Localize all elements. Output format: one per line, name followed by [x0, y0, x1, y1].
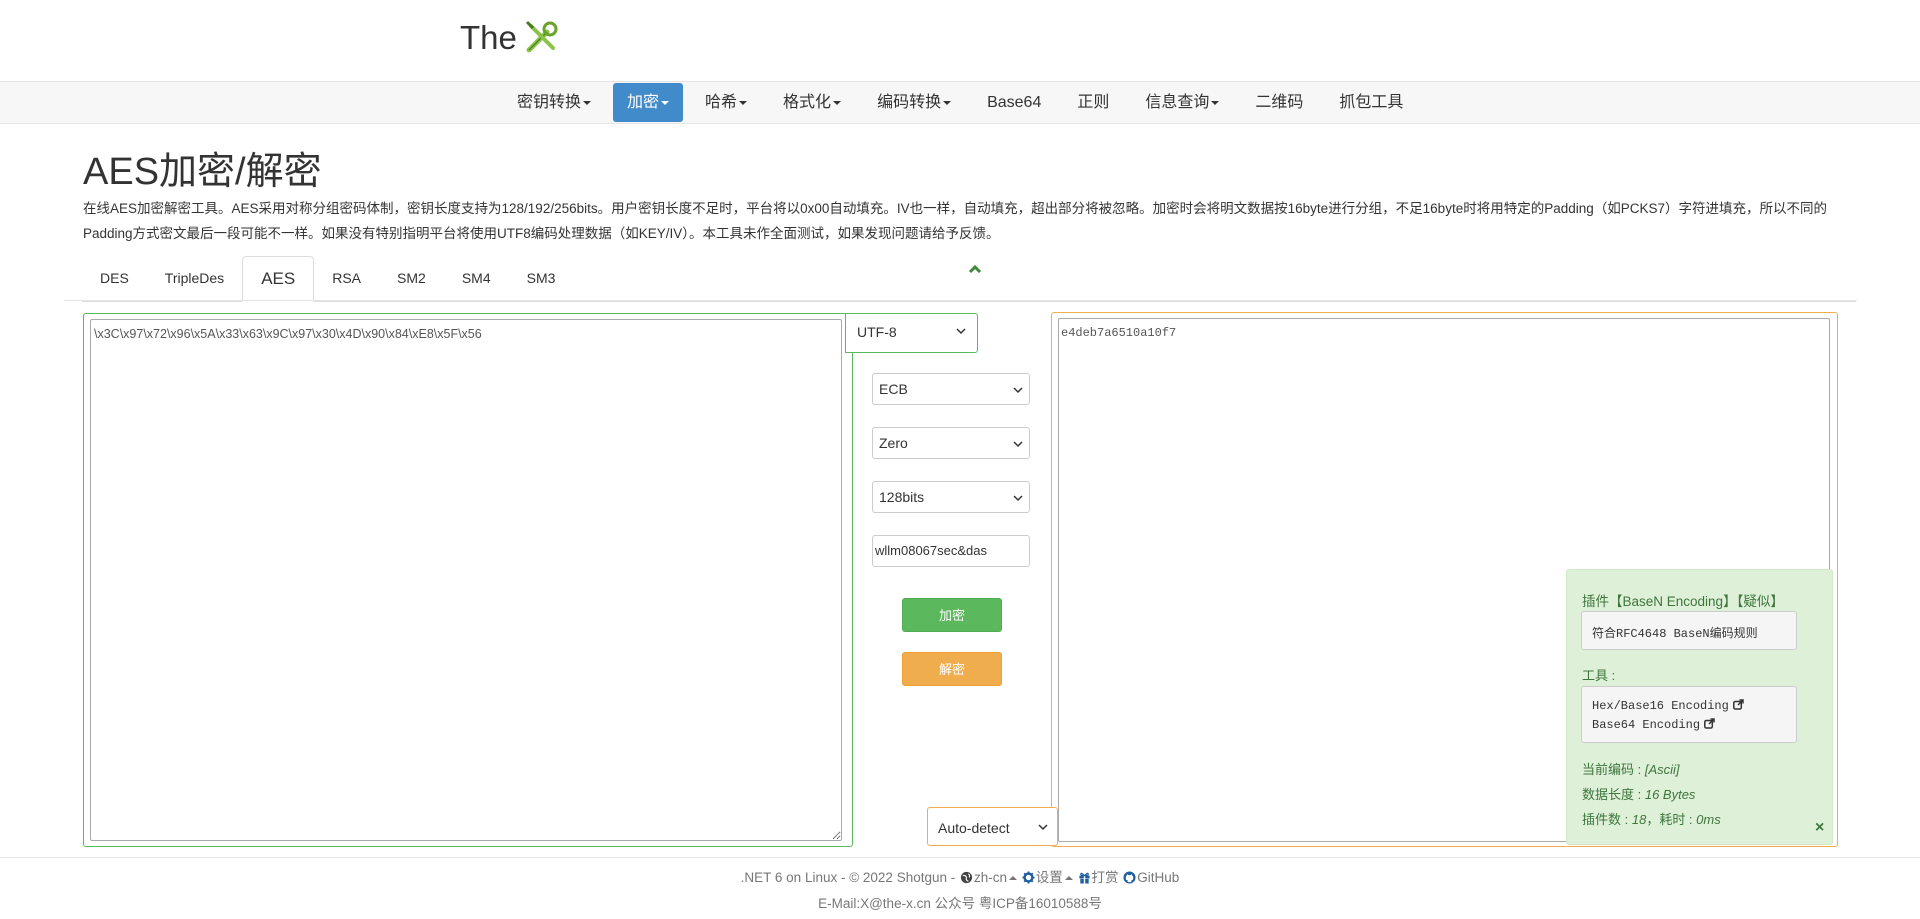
- output-encoding-value: Auto-detect: [938, 820, 1010, 836]
- github-icon: [1123, 871, 1136, 884]
- nav-item[interactable]: 哈希: [691, 83, 761, 122]
- page-title: AES加密/解密: [83, 151, 322, 193]
- padding-select[interactable]: Zero: [872, 427, 1030, 459]
- brand-text: The: [460, 19, 517, 56]
- tab-aes[interactable]: AES: [242, 256, 315, 302]
- tools-icon: [525, 20, 558, 53]
- tab-rsa[interactable]: RSA: [314, 256, 379, 300]
- input-encoding-value: UTF-8: [857, 324, 897, 340]
- key-size-value: 128bits: [879, 489, 925, 505]
- mode-select[interactable]: ECB: [872, 373, 1030, 405]
- divider: [64, 300, 1857, 301]
- caret-down-icon: [583, 100, 592, 105]
- chevron-down-icon: [956, 328, 966, 335]
- chevron-up-icon[interactable]: [968, 264, 982, 274]
- gear-icon: [1022, 871, 1035, 884]
- tab-sm2[interactable]: SM2: [379, 256, 444, 300]
- padding-value: Zero: [879, 435, 908, 451]
- tool-link[interactable]: Base64 Encoding: [1592, 716, 1786, 735]
- footer-contact: E-Mail:X@the-x.cn 公众号 粤ICP备16010588号: [818, 896, 1102, 911]
- output-text: e4deb7a6510a10f7: [1061, 326, 1177, 340]
- chevron-down-icon: [1038, 824, 1048, 831]
- settings-link[interactable]: 设置: [1021, 870, 1073, 885]
- nav-item[interactable]: 抓包工具: [1325, 83, 1417, 122]
- footer-platform: .NET 6 on Linux - © 2022 Shotgun -: [740, 870, 959, 885]
- gift-icon: [1078, 872, 1090, 884]
- chevron-down-icon: [1013, 387, 1023, 394]
- chevron-down-icon: [1013, 441, 1023, 448]
- key-size-select[interactable]: 128bits: [872, 481, 1030, 513]
- nav-item[interactable]: 二维码: [1241, 83, 1317, 122]
- chevron-down-icon: [1013, 495, 1023, 502]
- tab-sm3[interactable]: SM3: [509, 256, 574, 300]
- nav-item[interactable]: 编码转换: [863, 83, 965, 122]
- globe-icon: [960, 871, 973, 884]
- caret-down-icon: [943, 100, 952, 105]
- nav-item[interactable]: 信息查询: [1131, 83, 1233, 122]
- plaintext-input[interactable]: [90, 319, 842, 841]
- decrypt-button[interactable]: 解密: [902, 652, 1002, 686]
- close-icon[interactable]: ×: [1815, 819, 1824, 837]
- site-logo[interactable]: The: [460, 18, 561, 58]
- algorithm-tabs: DES TripleDes AES RSA SM2 SM4 SM3: [82, 256, 1856, 302]
- plugin-rule: 符合RFC4648 BaseN编码规则: [1581, 611, 1797, 650]
- plugin-stats: 插件数 : 18，耗时 : 0ms: [1582, 812, 1721, 827]
- tab-des[interactable]: DES: [82, 256, 147, 300]
- plugin-tools-list: Hex/Base16 Encoding Base64 Encoding: [1581, 686, 1797, 743]
- caret-up-icon: [1009, 876, 1017, 881]
- nav-item[interactable]: 格式化: [769, 83, 855, 122]
- current-encoding: 当前编码 : [Ascii]: [1582, 762, 1680, 777]
- donate-link[interactable]: 打赏: [1077, 870, 1119, 885]
- github-link[interactable]: GitHub: [1122, 870, 1179, 885]
- nav-item[interactable]: 正则: [1063, 83, 1123, 122]
- external-link-icon: [1704, 718, 1715, 729]
- footer-divider: [0, 857, 1920, 858]
- caret-down-icon: [1211, 100, 1220, 105]
- tab-sm4[interactable]: SM4: [444, 256, 509, 300]
- tools-label: 工具 :: [1582, 668, 1616, 683]
- main-navbar: 密钥转换 加密 哈希 格式化 编码转换 Base64 正则 信息查询 二维码 抓包工具: [0, 81, 1920, 124]
- encrypt-button[interactable]: 加密: [902, 598, 1002, 632]
- tool-link[interactable]: Hex/Base16 Encoding: [1592, 697, 1786, 716]
- external-link-icon: [1732, 699, 1744, 710]
- caret-up-icon: [1064, 876, 1073, 881]
- caret-down-icon: [833, 100, 842, 105]
- page-description: 在线AES加密解密工具。AES采用对称分组密码体制，密钥长度支持为128/192…: [83, 201, 1828, 241]
- plugin-title: 插件【BaseN Encoding】【疑似】: [1582, 594, 1784, 609]
- language-link[interactable]: zh-cn: [959, 870, 1017, 885]
- nav-menu: 密钥转换 加密 哈希 格式化 编码转换 Base64 正则 信息查询 二维码 抓包工具: [503, 82, 1425, 123]
- caret-down-icon: [661, 100, 670, 105]
- nav-item[interactable]: 密钥转换: [503, 83, 605, 122]
- mode-value: ECB: [879, 381, 908, 397]
- key-input[interactable]: wllm08067sec&das: [872, 535, 1030, 567]
- footer-links: .NET 6 on Linux - © 2022 Shotgun - zh-cn…: [0, 866, 1920, 886]
- data-length: 数据长度 : 16 Bytes: [1582, 787, 1696, 802]
- nav-item[interactable]: Base64: [973, 83, 1055, 122]
- tab-tripledes[interactable]: TripleDes: [147, 256, 242, 300]
- caret-down-icon: [739, 100, 748, 105]
- nav-item[interactable]: 加密: [613, 83, 684, 122]
